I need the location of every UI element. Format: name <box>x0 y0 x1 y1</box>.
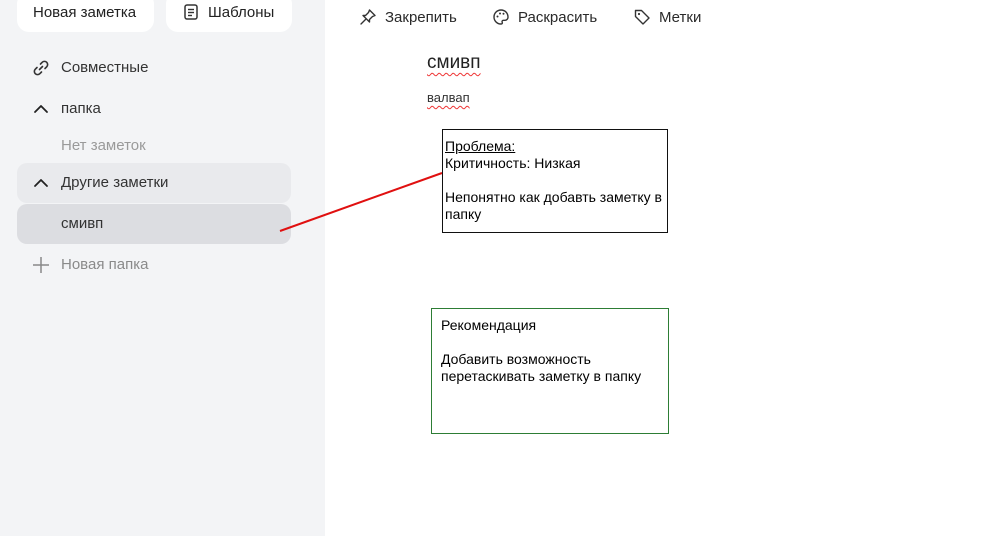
pin-label: Закрепить <box>385 8 457 26</box>
new-folder-label: Новая папка <box>61 256 149 273</box>
recommendation-heading: Рекомендация <box>441 317 537 333</box>
new-note-label: Новая заметка <box>33 3 137 21</box>
plus-icon <box>33 257 49 273</box>
sidebar-item-folder[interactable]: папка <box>17 89 291 129</box>
link-icon <box>33 60 49 76</box>
color-label: Раскрасить <box>518 8 598 26</box>
tag-icon <box>634 9 650 25</box>
color-button[interactable]: Раскрасить <box>492 8 597 26</box>
tags-button[interactable]: Метки <box>633 8 701 26</box>
note-item-label: смивп <box>61 215 104 232</box>
templates-button[interactable]: Шаблоны <box>166 0 292 32</box>
sidebar: Новая заметка Шаблоны Совместные папка Н… <box>0 0 325 536</box>
pin-icon <box>360 9 376 25</box>
sidebar-item-label: папка <box>61 100 101 117</box>
chevron-up-icon[interactable] <box>31 173 51 193</box>
new-note-button[interactable]: Новая заметка <box>17 0 154 32</box>
pin-button[interactable]: Закрепить <box>359 8 457 26</box>
templates-label: Шаблоны <box>208 3 275 21</box>
sidebar-item-label: Совместные <box>61 59 149 76</box>
tags-label: Метки <box>659 8 702 26</box>
sidebar-item-other-notes[interactable]: Другие заметки <box>17 163 291 203</box>
problem-text: Непонятно как добавть заметку в папку <box>445 189 662 222</box>
recommendation-annotation: Рекомендация Добавить возможность перета… <box>431 308 669 434</box>
chevron-up-icon[interactable] <box>31 99 51 119</box>
palette-icon <box>493 9 509 25</box>
empty-folder-label: Нет заметок <box>61 137 146 154</box>
note-title[interactable]: смивп <box>427 52 481 74</box>
recommendation-text: Добавить возможность перетаскивать замет… <box>441 351 642 384</box>
problem-severity: Критичность: Низкая <box>445 155 581 171</box>
document-icon <box>184 4 198 20</box>
problem-heading: Проблема: <box>445 138 516 154</box>
sidebar-item-label: Другие заметки <box>61 174 169 191</box>
sidebar-item-shared[interactable]: Совместные <box>17 48 291 88</box>
sidebar-empty-notes: Нет заметок <box>17 126 291 166</box>
note-body[interactable]: валвап <box>427 90 470 105</box>
new-folder-button[interactable]: Новая папка <box>17 245 291 285</box>
sidebar-note-item[interactable]: смивп <box>17 204 291 244</box>
problem-annotation: Проблема: Критичность: Низкая Непонятно … <box>442 129 668 233</box>
